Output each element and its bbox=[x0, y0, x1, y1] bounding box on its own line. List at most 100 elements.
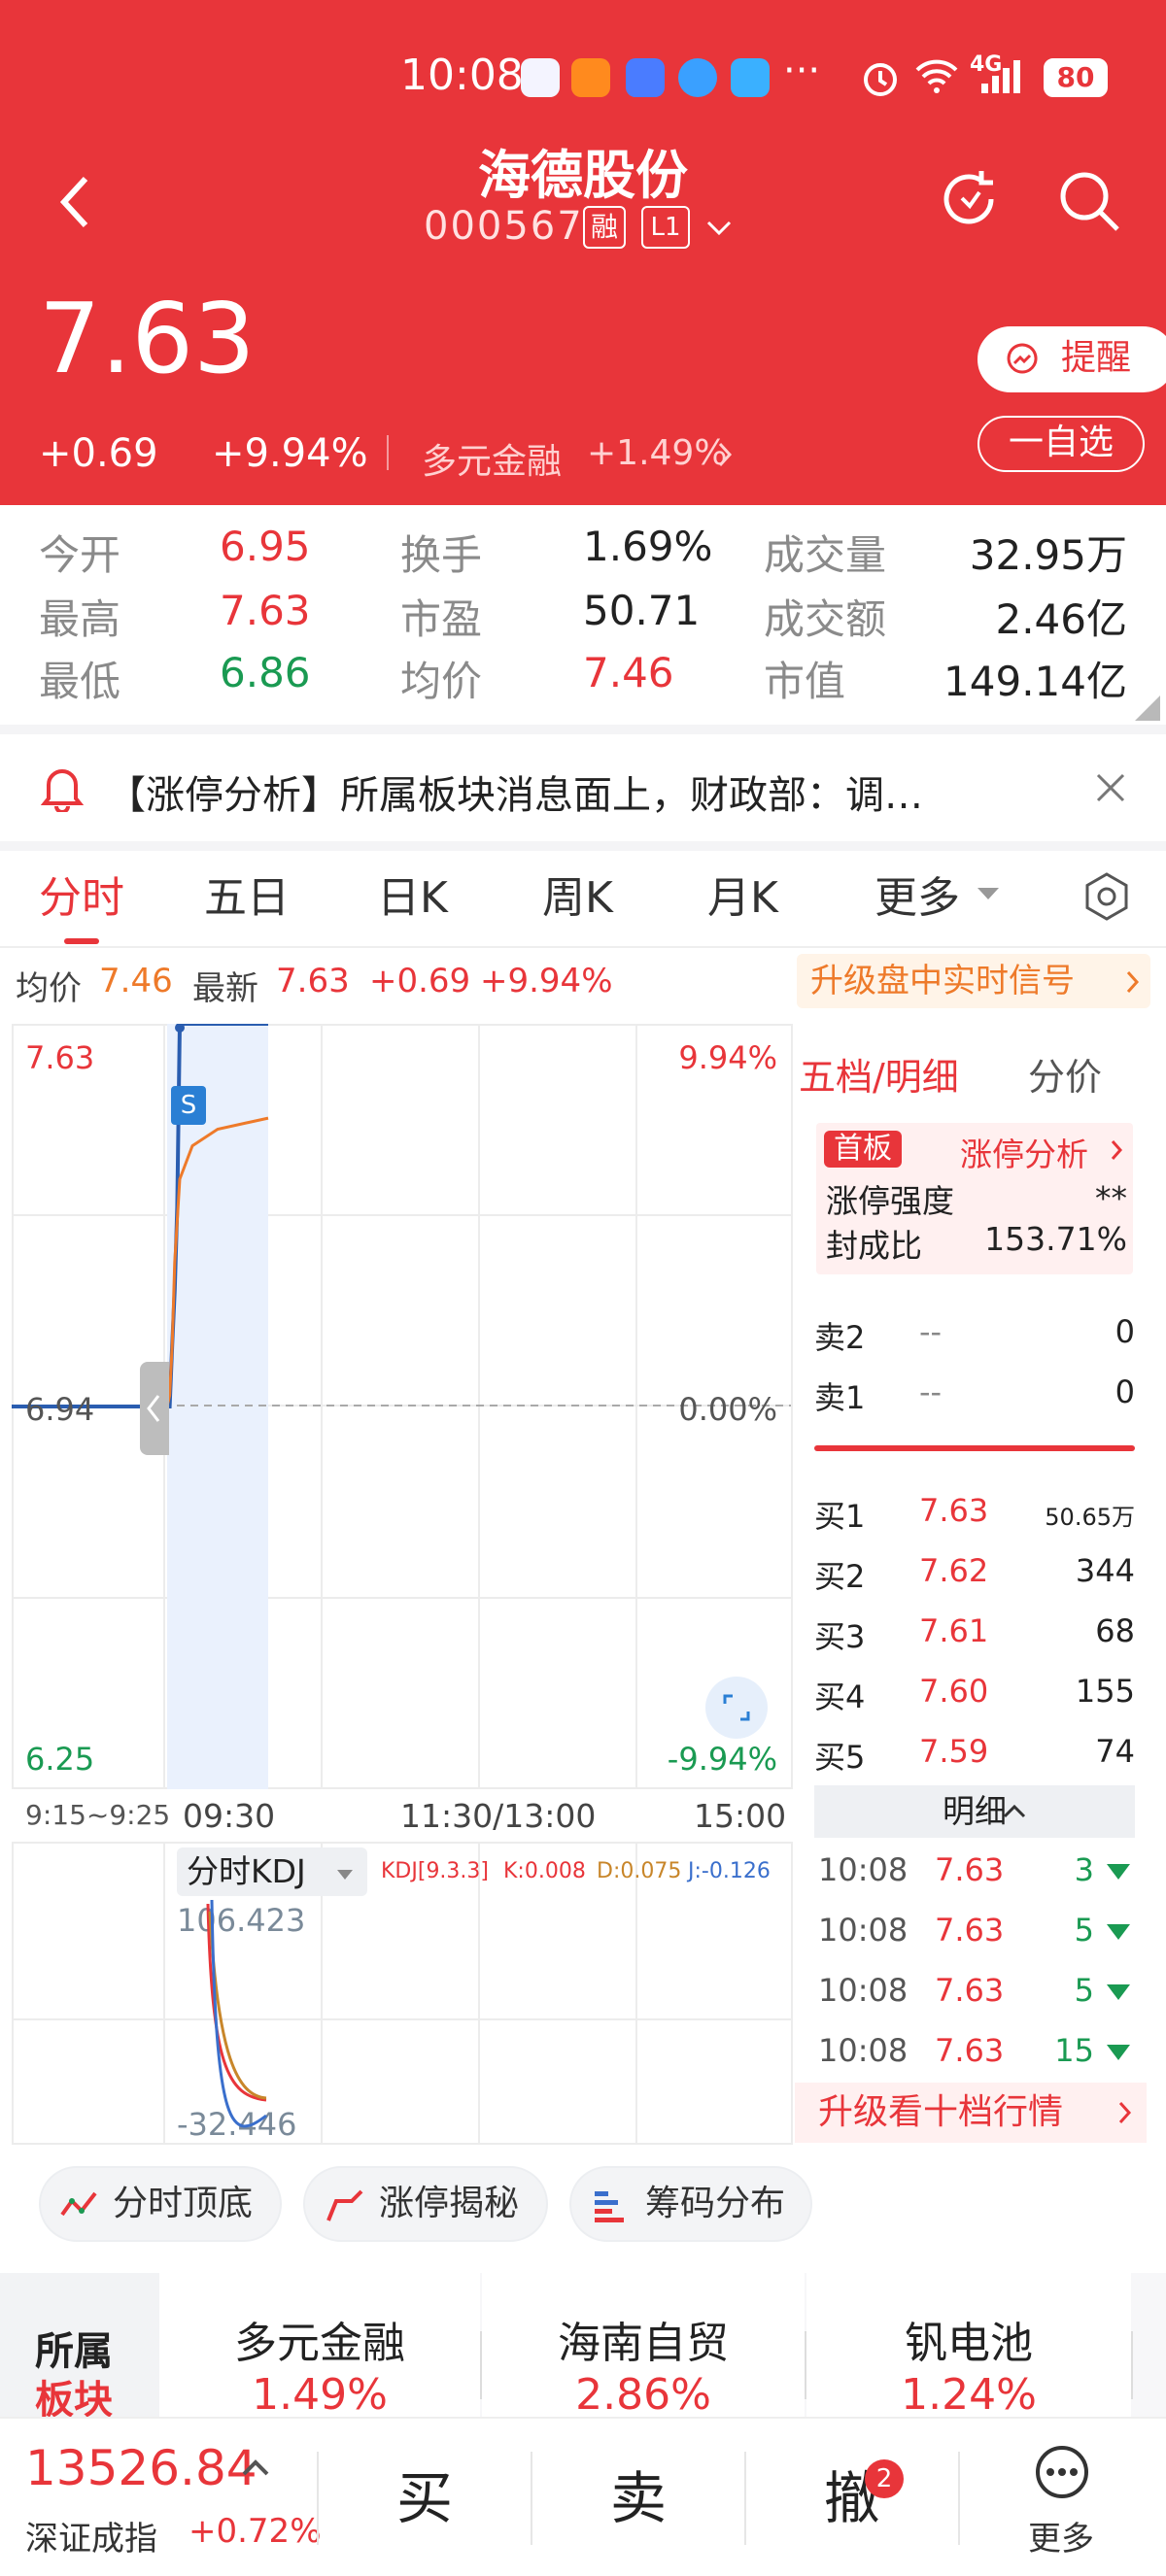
tab-weekly-k[interactable]: 周K bbox=[542, 863, 613, 925]
upgrade-signal-text: 升级盘中实时信号 bbox=[810, 962, 1075, 1000]
sell-signal-marker[interactable]: S bbox=[171, 1086, 206, 1125]
more-icon[interactable] bbox=[1034, 2444, 1090, 2500]
settings-icon[interactable] bbox=[1080, 870, 1133, 923]
sector-item[interactable]: 多元金融 1.49% bbox=[159, 2273, 480, 2420]
down-triangle-icon bbox=[1107, 2045, 1130, 2060]
stat-label: 市盈 bbox=[400, 595, 483, 643]
tab-price-distribution[interactable]: 分价 bbox=[1028, 1047, 1102, 1101]
stat-label: 市值 bbox=[764, 658, 846, 705]
app-notification-icon bbox=[521, 58, 560, 97]
buy-button[interactable]: 买 bbox=[319, 2419, 531, 2576]
sector-item[interactable]: 海南自贸 2.86% bbox=[482, 2273, 805, 2420]
expand-corner-icon[interactable] bbox=[1135, 695, 1160, 721]
upgrade-ten-levels-button[interactable]: 升级看十档行情 bbox=[795, 2083, 1147, 2143]
add-watchlist-button[interactable]: 一自选 bbox=[977, 416, 1145, 472]
status-time: 10:08 bbox=[400, 51, 524, 100]
divider bbox=[1131, 2331, 1133, 2399]
search-icon[interactable] bbox=[1055, 167, 1123, 235]
price-change-pct: +9.94% bbox=[212, 431, 368, 476]
level-price: 7.61 bbox=[919, 1612, 989, 1649]
sector-name[interactable]: 多元金融 bbox=[422, 433, 562, 484]
stat-value: 7.63 bbox=[220, 587, 311, 634]
down-triangle-icon bbox=[1107, 1864, 1130, 1880]
level-label: 买5 bbox=[814, 1739, 866, 1776]
level-price: 7.59 bbox=[919, 1733, 989, 1770]
cancel-order-button[interactable]: 撤 bbox=[746, 2419, 958, 2576]
sector-item-pct: 2.86% bbox=[575, 2370, 711, 2420]
chip-label: 分时顶底 bbox=[113, 2184, 254, 2223]
intraday-top-bottom-chip[interactable]: 分时顶底 bbox=[39, 2166, 282, 2242]
detail-toggle[interactable]: 明细 bbox=[814, 1785, 1135, 1838]
limit-analysis-link[interactable]: 涨停分析 bbox=[960, 1129, 1088, 1175]
stat-label: 换手 bbox=[400, 531, 483, 579]
level-label: 买1 bbox=[814, 1498, 866, 1535]
music-app-icon bbox=[626, 58, 665, 97]
notice-bar[interactable]: 【涨停分析】所属板块消息面上，财政部：调… bbox=[0, 734, 1166, 841]
strength-label: 涨停强度 bbox=[826, 1182, 954, 1220]
stock-code: 000567 bbox=[424, 204, 584, 249]
tab-order-book[interactable]: 五档/明细 bbox=[799, 1047, 959, 1101]
detail-label: 明细 bbox=[943, 1792, 1007, 1830]
trade-volume: 15 bbox=[1054, 2032, 1094, 2069]
close-icon[interactable] bbox=[1094, 771, 1127, 804]
chevron-right-icon[interactable] bbox=[717, 441, 733, 468]
chevron-left-icon[interactable] bbox=[144, 1393, 163, 1424]
bottom-trade-bar: 13526.84 深证成指 +0.72% 买 卖 撤 2 更多 bbox=[0, 2417, 1166, 2576]
sector-item[interactable]: 钒电池 1.24% bbox=[806, 2273, 1131, 2420]
index-name: 深证成指 bbox=[25, 2520, 157, 2559]
chip-distribution-chip[interactable]: 筹码分布 bbox=[569, 2166, 812, 2242]
chevron-up-icon[interactable] bbox=[1003, 1803, 1026, 1818]
down-triangle-icon bbox=[1107, 1984, 1130, 2000]
refresh-icon[interactable] bbox=[937, 167, 1001, 231]
sector-item-name: 多元金融 bbox=[234, 2319, 405, 2368]
tab-intraday[interactable]: 分时 bbox=[39, 863, 124, 925]
trade-time: 10:08 bbox=[818, 1972, 909, 2009]
level-price: -- bbox=[919, 1373, 943, 1410]
chevron-down-icon[interactable] bbox=[705, 220, 733, 237]
chevron-right-icon[interactable] bbox=[1125, 969, 1141, 995]
stat-label: 均价 bbox=[400, 658, 483, 705]
level-price: 7.62 bbox=[919, 1552, 989, 1589]
tab-monthly-k[interactable]: 月K bbox=[707, 863, 778, 925]
trade-price: 7.63 bbox=[935, 1851, 1005, 1888]
sector-change[interactable]: +1.49% bbox=[587, 433, 728, 473]
down-triangle-icon bbox=[1107, 1924, 1130, 1940]
stat-value: 6.95 bbox=[220, 523, 311, 570]
wifi-icon bbox=[915, 59, 958, 93]
level-label: 卖2 bbox=[814, 1319, 866, 1356]
more-label[interactable]: 更多 bbox=[1028, 2512, 1094, 2559]
fullscreen-icon bbox=[723, 1694, 750, 1721]
level-badge[interactable]: L1 bbox=[641, 206, 690, 249]
index-value[interactable]: 13526.84 bbox=[25, 2440, 257, 2496]
tab-five-day[interactable]: 五日 bbox=[204, 863, 290, 925]
trade-volume: 3 bbox=[1074, 1851, 1094, 1888]
tab-daily-k[interactable]: 日K bbox=[377, 863, 448, 925]
level-price: -- bbox=[919, 1313, 943, 1350]
sector-item-pct: 1.24% bbox=[901, 2370, 1037, 2420]
price-change: +0.69 bbox=[39, 431, 158, 476]
chevron-right-icon[interactable] bbox=[1117, 2100, 1133, 2125]
sell-button[interactable]: 卖 bbox=[532, 2419, 744, 2576]
upgrade-signal-button[interactable]: 升级盘中实时信号 bbox=[797, 954, 1150, 1008]
pct-axis-top: 9.94% bbox=[678, 1039, 777, 1076]
divider bbox=[958, 2452, 960, 2545]
bell-icon bbox=[41, 769, 84, 812]
level-volume: 74 bbox=[1095, 1733, 1135, 1770]
level-price: 7.63 bbox=[919, 1492, 989, 1529]
price-line bbox=[167, 1024, 268, 1408]
stat-value: 149.14亿 bbox=[943, 658, 1127, 705]
alarm-icon bbox=[864, 63, 897, 96]
seal-ratio-label: 封成比 bbox=[826, 1227, 922, 1265]
sector-item-name: 海南自贸 bbox=[558, 2319, 729, 2368]
stat-value: 7.46 bbox=[583, 649, 674, 696]
bars-icon bbox=[595, 2191, 624, 2222]
limit-up-secrets-chip[interactable]: 涨停揭秘 bbox=[303, 2166, 548, 2242]
tab-more[interactable]: 更多 bbox=[874, 863, 960, 925]
stat-value: 50.71 bbox=[583, 587, 701, 634]
tab-indicator bbox=[64, 938, 99, 944]
chevron-right-icon[interactable] bbox=[1110, 1138, 1123, 1162]
remind-icon bbox=[1007, 343, 1038, 374]
level-volume: 344 bbox=[1075, 1552, 1135, 1589]
chevron-up-icon[interactable] bbox=[241, 2457, 270, 2477]
caret-down-icon[interactable] bbox=[976, 886, 1001, 901]
